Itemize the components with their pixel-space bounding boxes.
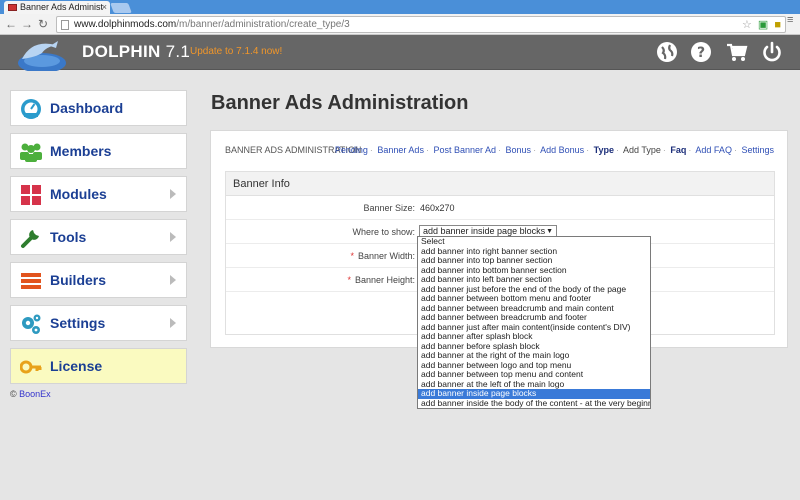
dropdown-option[interactable]: add banner between breadcrumb and main c… <box>418 304 650 314</box>
dropdown-option[interactable]: add banner inside page blocks <box>418 389 650 399</box>
sidebar-item-label: Modules <box>50 186 107 202</box>
power-icon[interactable] <box>761 41 783 63</box>
chevron-right-icon <box>170 189 176 199</box>
sidebar-item-license[interactable]: License <box>10 348 187 384</box>
tab-close-icon[interactable]: × <box>102 1 107 14</box>
site-header: DOLPHIN 7.1 Update to 7.1.4 now! ? <box>0 35 800 71</box>
sidebar-item-tools[interactable]: Tools <box>10 219 187 255</box>
dropdown-option[interactable]: add banner at the right of the main logo <box>418 351 650 361</box>
update-link[interactable]: Update to 7.1.4 now! <box>190 46 282 57</box>
chevron-right-icon <box>170 318 176 328</box>
banner-size-label: Banner Size: <box>363 203 415 213</box>
tab-title: Banner Ads Administ <box>20 2 104 12</box>
dropdown-option[interactable]: add banner just after main content(insid… <box>418 323 650 333</box>
help-icon[interactable]: ? <box>690 41 712 63</box>
dropdown-option[interactable]: add banner at the left of the main logo <box>418 380 650 390</box>
dropdown-option[interactable]: add banner between top menu and content <box>418 370 650 380</box>
link-pending[interactable]: Pending <box>335 145 368 155</box>
globe-icon[interactable] <box>656 41 678 63</box>
link-add-bonus[interactable]: Add Bonus <box>540 145 584 155</box>
chevron-right-icon <box>170 232 176 242</box>
back-icon[interactable]: ← <box>4 17 18 31</box>
extension-icon[interactable]: ▣ <box>758 19 768 31</box>
url-text[interactable]: www.dolphinmods.com/m/banner/administrat… <box>74 19 350 30</box>
sidebar-item-label: Builders <box>50 272 107 288</box>
browser-menu-icon[interactable]: ≡ <box>787 15 797 26</box>
dropdown-option[interactable]: add banner after splash block <box>418 332 650 342</box>
where-to-show-label: Where to show: <box>352 227 415 237</box>
dropdown-option[interactable]: add banner into bottom banner section <box>418 266 650 276</box>
where-to-show-options[interactable]: Select add banner into right banner secti… <box>417 236 651 409</box>
browser-tab-strip: Banner Ads Administ × <box>0 0 800 14</box>
chevron-right-icon <box>170 275 176 285</box>
dropdown-option[interactable]: add banner into left banner section <box>418 275 650 285</box>
gears-icon <box>22 314 41 334</box>
dropdown-option[interactable]: add banner into top banner section <box>418 256 650 266</box>
sidebar-item-label: Settings <box>50 315 106 331</box>
forward-icon[interactable]: → <box>20 17 34 31</box>
dropdown-option[interactable]: add banner inside the body of the conten… <box>418 399 650 409</box>
form-section-title: Banner Info <box>226 172 774 196</box>
page-icon <box>61 20 69 30</box>
panel-nav-links: Pending · Banner Ads · Post Banner Ad · Bon… <box>334 145 774 155</box>
cart-icon[interactable] <box>726 41 748 63</box>
dropdown-option[interactable]: add banner just before the end of the bo… <box>418 285 650 295</box>
browser-toolbar: ← → ↻ www.dolphinmods.com/m/banner/admin… <box>0 14 800 35</box>
dropdown-option[interactable]: add banner between bottom menu and foote… <box>418 294 650 304</box>
sidebar-item-builders[interactable]: Builders <box>10 262 187 298</box>
sidebar-item-members[interactable]: Members <box>10 133 187 169</box>
dropdown-option[interactable]: Select <box>418 237 650 247</box>
dropdown-option[interactable]: add banner between breadcrumb and footer <box>418 313 650 323</box>
wrench-icon <box>21 230 39 248</box>
bookmark-star-icon[interactable]: ☆ <box>742 19 752 31</box>
form-row-banner-size: Banner Size: 460x270 <box>226 196 774 220</box>
browser-tab[interactable]: Banner Ads Administ × <box>4 1 110 14</box>
list-icon <box>21 273 41 289</box>
link-add-faq[interactable]: Add FAQ <box>695 145 732 155</box>
sidebar-item-label: License <box>50 358 103 374</box>
page-title: Banner Ads Administration <box>211 92 469 114</box>
link-faq[interactable]: Faq <box>670 145 686 155</box>
address-bar[interactable]: www.dolphinmods.com/m/banner/administrat… <box>56 16 786 33</box>
link-banner-ads[interactable]: Banner Ads <box>377 145 424 155</box>
sidebar-item-modules[interactable]: Modules <box>10 176 187 212</box>
grid-icon <box>21 185 41 205</box>
brand-name: DOLPHIN 7.1 <box>82 42 191 61</box>
sidebar-item-dashboard[interactable]: Dashboard <box>10 90 187 126</box>
link-add-type: Add Type <box>623 145 661 155</box>
link-type[interactable]: Type <box>594 145 614 155</box>
banner-height-label: * Banner Height: <box>347 275 415 285</box>
link-settings[interactable]: Settings <box>741 145 774 155</box>
sidebar-item-label: Dashboard <box>50 100 124 116</box>
sidebar-item-label: Members <box>50 143 112 159</box>
new-tab-button[interactable] <box>110 3 132 13</box>
reload-icon[interactable]: ↻ <box>36 17 50 31</box>
extension-icon-2[interactable]: ■ <box>774 19 781 31</box>
link-bonus[interactable]: Bonus <box>506 145 532 155</box>
gauge-icon <box>21 99 41 119</box>
favicon-icon <box>8 4 17 11</box>
copyright: © BoonEx <box>10 389 51 399</box>
boonex-link[interactable]: BoonEx <box>19 389 51 399</box>
users-icon <box>20 143 42 162</box>
link-post-banner-ad[interactable]: Post Banner Ad <box>433 145 496 155</box>
dropdown-option[interactable]: add banner into right banner section <box>418 247 650 257</box>
dropdown-option[interactable]: add banner between logo and top menu <box>418 361 650 371</box>
sidebar-item-label: Tools <box>50 229 87 245</box>
sidebar-item-settings[interactable]: Settings <box>10 305 187 341</box>
key-icon <box>20 360 42 374</box>
svg-text:?: ? <box>697 45 705 61</box>
banner-width-label: * Banner Width: <box>350 251 415 261</box>
dropdown-option[interactable]: add banner before splash block <box>418 342 650 352</box>
dolphin-logo-icon[interactable] <box>12 37 72 71</box>
banner-size-value: 460x270 <box>420 203 455 213</box>
